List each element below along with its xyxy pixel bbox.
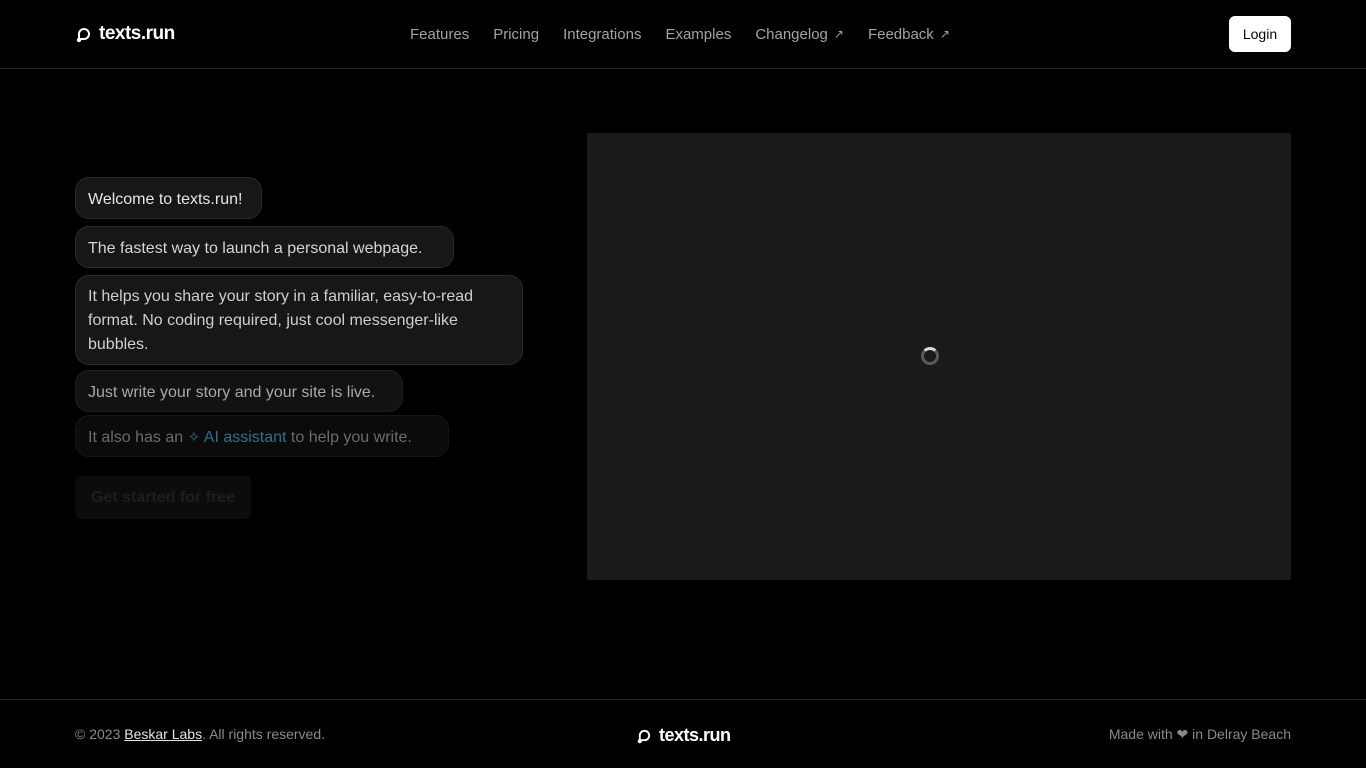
- made-with-text: Made with ❤ in Delray Beach: [1108, 726, 1291, 742]
- external-arrow-icon: ↗: [939, 27, 950, 41]
- nav-link-pricing[interactable]: Pricing: [493, 26, 539, 43]
- nav-link-integrations[interactable]: Integrations: [563, 26, 641, 43]
- company-link[interactable]: Beskar Labs: [124, 726, 202, 742]
- nav-link-feedback[interactable]: Feedback ↗: [868, 26, 950, 43]
- preview-panel: [587, 133, 1291, 580]
- copyright-prefix: © 2023: [75, 726, 121, 742]
- ai-message-suffix: to help you write.: [290, 429, 412, 446]
- chat-bubble-ai: It also has an ✧ AI assistant to help yo…: [75, 415, 449, 457]
- ai-message-prefix: It also has an: [88, 429, 184, 446]
- main-nav: Features Pricing Integrations Examples C…: [410, 24, 974, 44]
- nav-link-examples[interactable]: Examples: [665, 26, 731, 43]
- nav-label: Integrations: [563, 25, 642, 43]
- footer-brand-name: texts.run: [659, 724, 731, 745]
- ai-assistant-link[interactable]: ✧ AI assistant: [188, 429, 287, 446]
- nav-link-changelog[interactable]: Changelog ↗: [755, 26, 844, 43]
- ai-assistant-label: AI assistant: [203, 429, 287, 446]
- nav-label: Examples: [665, 25, 732, 43]
- brand-logo-link[interactable]: texts.run: [75, 22, 175, 46]
- site-footer: © 2023 Beskar Labs. All rights reserved.…: [0, 699, 1366, 768]
- spinner-icon: [921, 347, 939, 365]
- nav-label: Features: [410, 25, 470, 43]
- brand-name: texts.run: [99, 23, 175, 44]
- external-arrow-icon: ↗: [833, 27, 844, 41]
- get-started-button[interactable]: Get started for free: [75, 476, 251, 519]
- chat-bubble-logo-icon: [637, 729, 651, 743]
- chat-bubble-logo-icon: [76, 28, 90, 43]
- login-button[interactable]: Login: [1229, 16, 1291, 52]
- nav-link-features[interactable]: Features: [410, 26, 469, 43]
- copyright-suffix: . All rights reserved.: [202, 726, 326, 742]
- chat-bubble: The fastest way to launch a personal web…: [75, 226, 454, 268]
- chat-bubble: Welcome to texts.run!: [75, 177, 262, 219]
- nav-label: Changelog: [755, 25, 828, 43]
- sparkles-icon: ✧: [187, 429, 201, 446]
- chat-bubble: It helps you share your story in a famil…: [75, 275, 523, 365]
- nav-label: Pricing: [493, 25, 540, 43]
- footer-brand-logo[interactable]: texts.run: [636, 724, 731, 746]
- chat-bubble: Just write your story and your site is l…: [75, 370, 403, 412]
- copyright-text: © 2023 Beskar Labs. All rights reserved.: [75, 726, 325, 742]
- nav-label: Feedback: [867, 25, 934, 43]
- site-header: texts.run Features Pricing Integrations …: [0, 0, 1366, 69]
